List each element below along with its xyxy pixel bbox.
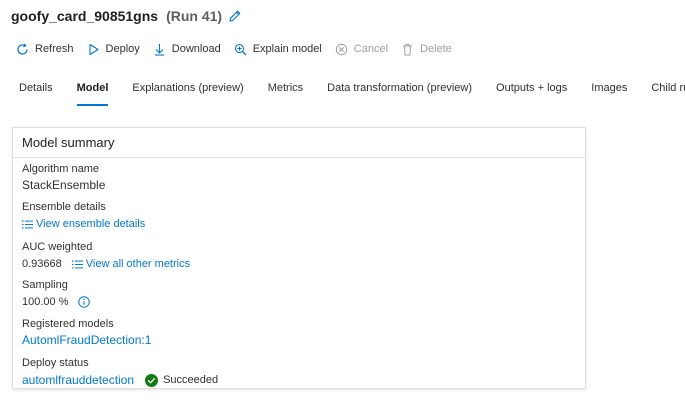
cancel-icon <box>335 43 348 56</box>
model-summary-card: Model summary Algorithm name StackEnsemb… <box>12 127 586 389</box>
ensemble-field: Ensemble details View ensemble details <box>22 200 145 232</box>
registered-model-link[interactable]: AutomlFraudDetection:1 <box>22 333 151 347</box>
tab-model[interactable]: Model <box>76 82 108 106</box>
explain-model-label: Explain model <box>252 43 322 55</box>
sampling-field: Sampling 100.00 % <box>22 278 91 310</box>
deploy-label: Deploy <box>105 43 140 55</box>
deploy-status-value: Succeeded <box>163 374 219 386</box>
explain-icon <box>234 43 247 56</box>
tab-data-transformation[interactable]: Data transformation (preview) <box>327 82 472 106</box>
list-icon <box>71 260 83 269</box>
registered-models-field: Registered models AutomlFraudDetection:1 <box>22 317 151 347</box>
sampling-value: 100.00 % <box>22 296 69 308</box>
page-title-row: goofy_card_90851gns (Run 41) <box>11 6 242 26</box>
run-name: goofy_card_90851gns <box>11 8 159 24</box>
auc-value: 0.93668 <box>22 258 62 270</box>
deployment-link[interactable]: automlfrauddetection <box>22 373 134 387</box>
card-title: Model summary <box>13 128 585 158</box>
refresh-icon <box>16 42 29 56</box>
cancel-button[interactable]: Cancel <box>335 43 388 56</box>
auc-field: AUC weighted 0.93668 View all other metr… <box>22 240 190 272</box>
tab-bar: Details Model Explanations (preview) Met… <box>19 82 685 106</box>
auc-label: AUC weighted <box>22 241 93 253</box>
tab-details[interactable]: Details <box>19 82 53 106</box>
deploy-status-field: Deploy status automlfrauddetection Succe… <box>22 356 218 388</box>
download-icon <box>153 43 166 56</box>
delete-label: Delete <box>420 43 452 55</box>
sampling-label: Sampling <box>22 279 68 291</box>
algorithm-value: StackEnsemble <box>22 178 106 192</box>
list-icon <box>22 220 33 229</box>
tab-child-runs[interactable]: Child runs <box>651 82 685 106</box>
view-all-metrics-link[interactable]: View all other metrics <box>86 258 190 270</box>
run-number: (Run 41) <box>166 8 223 24</box>
download-button[interactable]: Download <box>153 43 221 56</box>
info-icon[interactable] <box>78 296 91 308</box>
refresh-button[interactable]: Refresh <box>16 42 74 56</box>
delete-icon <box>401 43 414 56</box>
deploy-icon <box>87 43 100 56</box>
tab-outputs-logs[interactable]: Outputs + logs <box>496 82 567 106</box>
deploy-status-label: Deploy status <box>22 357 89 369</box>
algorithm-field: Algorithm name StackEnsemble <box>22 162 105 192</box>
edit-icon[interactable] <box>228 9 242 23</box>
explain-model-button[interactable]: Explain model <box>234 43 322 56</box>
tab-images[interactable]: Images <box>591 82 627 106</box>
cancel-label: Cancel <box>353 43 389 55</box>
download-label: Download <box>171 43 221 55</box>
delete-button[interactable]: Delete <box>401 43 452 56</box>
command-bar: Refresh Deploy Download Explain model Ca… <box>16 40 465 58</box>
algorithm-label: Algorithm name <box>22 163 100 175</box>
tab-explanations[interactable]: Explanations (preview) <box>132 82 243 106</box>
registered-label: Registered models <box>22 318 114 330</box>
deploy-button[interactable]: Deploy <box>87 43 140 56</box>
tab-metrics[interactable]: Metrics <box>268 82 303 106</box>
ensemble-label: Ensemble details <box>22 201 106 213</box>
view-ensemble-details-link[interactable]: View ensemble details <box>36 218 145 230</box>
success-icon <box>145 373 159 387</box>
refresh-label: Refresh <box>35 43 74 55</box>
